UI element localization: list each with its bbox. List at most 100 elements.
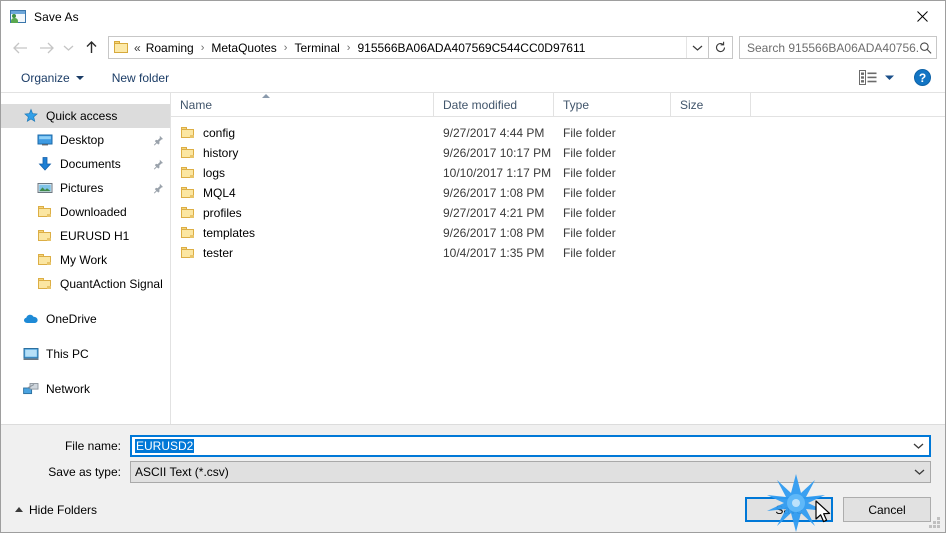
sidebar-item-quantaction-signal[interactable]: QuantAction Signal [1,272,170,296]
breadcrumb-item-2[interactable]: Terminal [290,39,343,57]
hide-folders-label: Hide Folders [29,502,98,517]
sidebar-item-downloaded[interactable]: Downloaded [1,200,170,224]
file-date-cell: 10/10/2017 1:17 PM [443,166,552,180]
sidebar-item-my-work[interactable]: My Work [1,248,170,272]
change-view-button[interactable] [854,67,900,88]
chevron-up-icon [15,507,23,512]
up-button[interactable] [78,36,104,60]
sidebar-item-documents[interactable]: Documents [1,152,170,176]
refresh-button[interactable] [709,36,733,59]
dialog-footer: Hide Folders Save Cancel [1,487,945,532]
table-row[interactable]: templates 9/26/2017 1:08 PM File folder [171,223,945,243]
file-type-cell: File folder [563,246,616,260]
breadcrumb-separator[interactable]: › [281,42,291,54]
folder-icon [37,252,53,268]
breadcrumb-item-0[interactable]: Roaming [142,39,198,57]
help-button[interactable]: ? [914,69,931,86]
save-as-type-dropdown-button[interactable] [908,462,930,482]
chevron-down-icon [75,75,84,80]
chevron-down-icon [63,45,74,51]
cancel-button[interactable]: Cancel [843,497,931,522]
breadcrumb-overflow[interactable]: « [132,41,142,55]
column-header-label: Date modified [443,97,518,112]
organize-button[interactable]: Organize [15,68,90,88]
breadcrumb-item-1[interactable]: MetaQuotes [207,39,280,57]
sidebar-item-label: OneDrive [46,312,97,326]
resize-grip-icon[interactable] [929,517,941,529]
organize-label: Organize [21,70,70,85]
column-header-type[interactable]: Type [554,92,671,117]
sidebar-item-quick-access[interactable]: Quick access [1,104,170,128]
save-as-type-select[interactable]: ASCII Text (*.csv) [130,461,931,483]
close-button[interactable] [899,1,945,31]
file-name-cell: history [171,145,434,161]
file-date-cell: 9/26/2017 1:08 PM [443,186,545,200]
table-row[interactable]: config 9/27/2017 4:44 PM File folder [171,123,945,143]
onedrive-icon [23,311,39,327]
file-list: Name Date modified Type Size config 9/27… [171,92,945,424]
file-name-label: MQL4 [203,186,236,200]
address-bar[interactable]: « Roaming › MetaQuotes › Terminal › 9155… [108,36,709,59]
save-as-dialog: Save As « Roaming › MetaQuotes › Termina… [0,0,946,533]
sidebar-item-label: Network [46,382,91,396]
folder-icon [37,228,53,244]
folder-icon [180,145,196,161]
sidebar-item-label: Quick access [46,109,118,123]
column-header-label: Size [680,97,704,112]
recent-locations-button[interactable] [59,36,78,60]
close-icon [916,10,928,22]
forward-button[interactable] [33,36,59,60]
file-name-cell: config [171,125,434,141]
file-type-cell: File folder [563,206,616,220]
table-row[interactable]: history 9/26/2017 10:17 PM File folder [171,143,945,163]
back-button[interactable] [7,36,33,60]
save-as-type-value: ASCII Text (*.csv) [135,465,229,479]
save-button[interactable]: Save [745,497,833,522]
documents-icon [37,156,53,172]
sidebar-item-network[interactable]: Network [1,377,170,401]
file-type-cell: File folder [563,226,616,240]
sidebar-item-onedrive[interactable]: OneDrive [1,307,170,331]
search-box[interactable]: Search 915566BA06ADA40756... [739,36,937,59]
file-name-label: config [203,126,236,140]
navigation-bar: « Roaming › MetaQuotes › Terminal › 9155… [1,32,945,63]
folder-icon [37,204,53,220]
arrow-up-icon [86,41,96,53]
column-header-size[interactable]: Size [671,92,751,117]
file-rows: config 9/27/2017 4:44 PM File folder his… [171,117,945,424]
file-name-label: tester [203,246,234,260]
table-row[interactable]: profiles 9/27/2017 4:21 PM File folder [171,203,945,223]
sidebar-item-label: Downloaded [60,205,127,219]
sidebar-item-this-pc[interactable]: This PC [1,342,170,366]
file-name-input[interactable]: EURUSD2 [130,435,931,457]
sidebar-item-label: QuantAction Signal [60,277,163,291]
table-row[interactable]: logs 10/10/2017 1:17 PM File folder [171,163,945,183]
file-name-dropdown-button[interactable] [907,437,929,455]
breadcrumb-item-3[interactable]: 915566BA06ADA407569C544CC0D97611 [353,39,589,57]
column-header-name[interactable]: Name [171,92,434,117]
hide-folders-button[interactable]: Hide Folders [15,503,97,517]
sidebar-item-desktop[interactable]: Desktop [1,128,170,152]
title-bar: Save As [1,1,945,32]
save-form: File name: EURUSD2 Save as type: ASCII T… [1,424,945,487]
search-input[interactable]: Search 915566BA06ADA40756... [747,41,919,55]
sidebar-item-eurusd-h1[interactable]: EURUSD H1 [1,224,170,248]
breadcrumb-separator[interactable]: › [198,42,208,54]
dialog-body: Quick access Desktop Documents Pictures … [1,92,945,424]
table-row[interactable]: MQL4 9/26/2017 1:08 PM File folder [171,183,945,203]
folder-icon [180,225,196,241]
file-name-label: File name: [64,439,121,453]
sidebar-item-pictures[interactable]: Pictures [1,176,170,200]
column-header-date-modified[interactable]: Date modified [434,92,554,117]
new-folder-button[interactable]: New folder [106,68,175,88]
file-date-cell: 9/27/2017 4:44 PM [443,126,545,140]
sidebar-item-label: My Work [60,253,108,267]
save-as-type-label: Save as type: [48,465,121,479]
table-row[interactable]: tester 10/4/2017 1:35 PM File folder [171,243,945,263]
folder-icon [180,185,196,201]
address-dropdown-button[interactable] [686,37,708,58]
file-date-cell: 9/26/2017 10:17 PM [443,146,552,160]
sidebar-item-label: Desktop [60,133,105,147]
file-name-cell: MQL4 [171,185,434,201]
breadcrumb-separator[interactable]: › [344,42,354,54]
